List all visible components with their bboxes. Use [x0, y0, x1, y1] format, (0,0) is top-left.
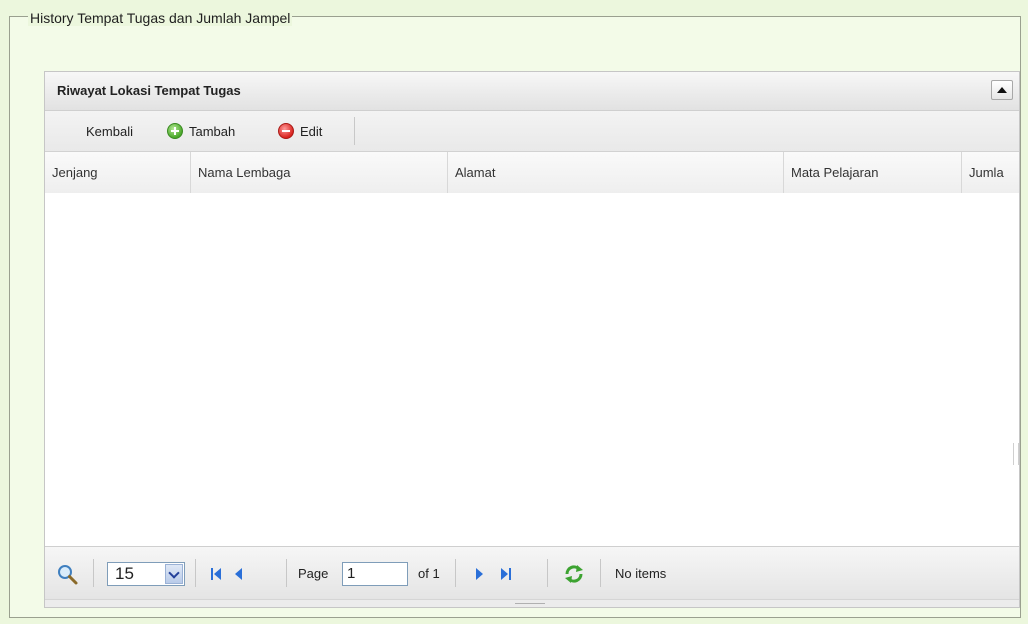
resize-grip-icon	[515, 603, 545, 607]
page-number-input[interactable]: 1	[342, 562, 408, 586]
grid-body	[45, 193, 1019, 545]
collapse-icon	[997, 87, 1007, 93]
last-page-icon[interactable]	[501, 568, 511, 580]
page-label: Page	[298, 566, 329, 581]
column-header-jenjang[interactable]: Jenjang	[45, 152, 191, 194]
riwayat-grid: Riwayat Lokasi Tempat Tugas Kembali Tamb…	[44, 71, 1020, 608]
grid-title: Riwayat Lokasi Tempat Tugas	[45, 72, 1019, 111]
grid-pager: 15 Page 1 of 1 No items	[45, 546, 1019, 600]
column-header-alamat[interactable]: Alamat	[448, 152, 784, 194]
grid-resize-handle[interactable]	[45, 599, 1019, 607]
next-page-icon[interactable]	[476, 568, 483, 580]
pager-divider	[286, 559, 287, 587]
toolbar-divider	[354, 117, 355, 145]
page-total-label: of 1	[418, 566, 440, 581]
pager-status: No items	[615, 566, 667, 581]
vertical-scroll-grip[interactable]	[1013, 443, 1019, 465]
chevron-down-icon	[165, 564, 183, 584]
add-icon	[167, 123, 183, 139]
prev-page-icon[interactable]	[235, 568, 242, 580]
edit-button[interactable]: Edit	[278, 111, 322, 151]
page-size-select[interactable]: 15	[107, 562, 185, 586]
first-page-icon[interactable]	[211, 568, 221, 580]
add-button[interactable]: Tambah	[167, 111, 235, 151]
page-size-value: 15	[115, 564, 134, 583]
pager-divider	[600, 559, 601, 587]
column-header-nama-lembaga[interactable]: Nama Lembaga	[191, 152, 448, 194]
pager-divider	[195, 559, 196, 587]
pager-divider	[93, 559, 94, 587]
edit-label: Edit	[300, 123, 323, 139]
grid-header-row: Jenjang Nama Lembaga Alamat Mata Pelajar…	[45, 152, 1019, 195]
edit-icon	[278, 123, 294, 139]
search-icon[interactable]	[55, 562, 79, 586]
refresh-icon[interactable]	[562, 562, 586, 586]
pager-divider	[547, 559, 548, 587]
column-header-jumlah[interactable]: Jumla	[962, 152, 1019, 194]
back-button[interactable]: Kembali	[86, 111, 133, 151]
pager-divider	[455, 559, 456, 587]
column-header-mata-pelajaran[interactable]: Mata Pelajaran	[784, 152, 962, 194]
fieldset-legend: History Tempat Tugas dan Jumlah Jampel	[28, 10, 293, 26]
add-label: Tambah	[189, 123, 236, 139]
back-label: Kembali	[86, 123, 133, 139]
collapse-button[interactable]	[991, 80, 1013, 100]
grid-toolbar: Kembali Tambah Edit	[45, 111, 1019, 152]
grid-title-text: Riwayat Lokasi Tempat Tugas	[57, 83, 241, 98]
